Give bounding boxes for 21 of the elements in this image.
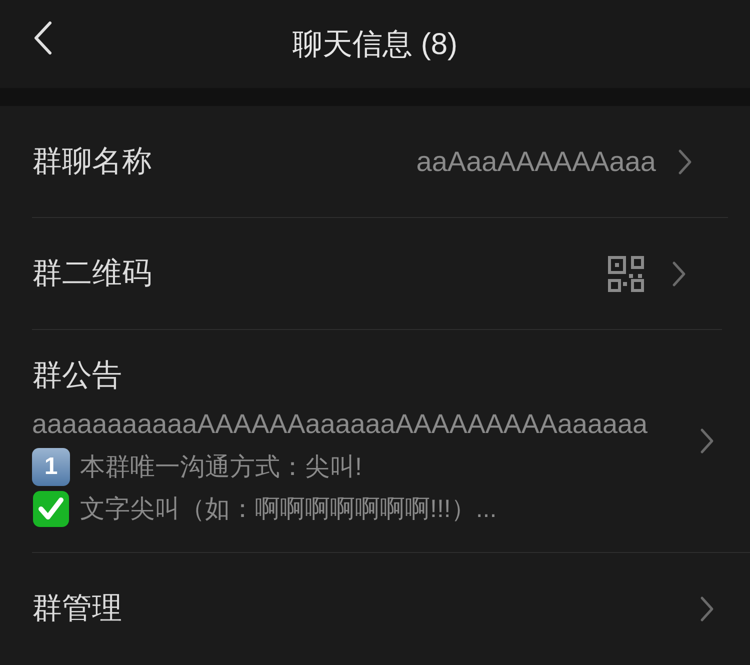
settings-row[interactable]: 群公告 aaaaaaaaaaaAAAAAAaaaaaaAAAAAAAAAaaaaaa 1 本群唯一沟通方式：尖叫! 文字尖叫（如：啊啊啊啊啊啊啊!!!）... xyxy=(32,330,750,553)
announcement-text: 文字尖叫（如：啊啊啊啊啊啊啊!!!）... xyxy=(80,494,497,525)
chevron-icon xyxy=(700,596,714,622)
row-label: 群聊名称 xyxy=(32,144,152,180)
number-badge: 1 xyxy=(32,448,70,486)
chevron-icon xyxy=(678,148,692,174)
announcement-text: 本群唯一沟通方式：尖叫! xyxy=(80,452,362,483)
row-label: 群二维码 xyxy=(32,255,152,293)
settings-row[interactable]: 群二维码 xyxy=(32,218,722,330)
announcement-text: aaaaaaaaaaaAAAAAAaaaaaaAAAAAAAAAaaaaaa xyxy=(32,409,648,440)
qr-code-icon xyxy=(608,256,644,292)
checkmark-icon xyxy=(32,490,70,528)
settings-row[interactable]: 群管理 xyxy=(32,553,750,664)
group-name-value: aaAaaAAAAAAaaa xyxy=(416,146,656,178)
back-icon[interactable] xyxy=(33,21,53,55)
row-label: 群公告 xyxy=(32,356,123,394)
row-label: 群管理 xyxy=(32,590,122,628)
page-title: 聊天信息 (8) xyxy=(292,26,458,62)
chevron-icon xyxy=(700,428,714,454)
chevron-icon xyxy=(672,260,686,286)
settings-row[interactable]: 群聊名称 aaAaaAAAAAAaaa xyxy=(32,106,728,218)
